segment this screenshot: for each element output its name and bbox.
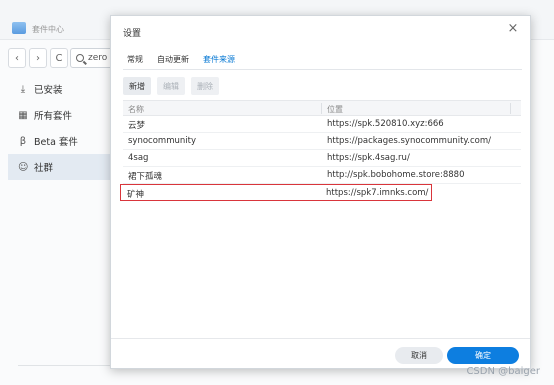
sidebar-item-installed[interactable]: ⤓ 已安装	[8, 76, 112, 102]
source-location: http://spk.bobohome.store:8880	[327, 170, 465, 180]
table-row[interactable]: 云梦 https://spk.520810.xyz:666	[123, 116, 521, 133]
source-name: synocommunity	[128, 136, 196, 146]
source-actions: 新增 编辑 删除	[123, 77, 219, 95]
table-header: 名称 位置	[123, 100, 521, 116]
close-icon: ×	[507, 21, 519, 36]
search-icon	[76, 54, 84, 62]
source-location: https://spk.520810.xyz:666	[327, 119, 444, 129]
window-title: 套件中心	[32, 25, 64, 34]
source-location: https://packages.synocommunity.com/	[327, 136, 491, 146]
table-row[interactable]: 裙下孤魂 http://spk.bobohome.store:8880	[123, 167, 521, 184]
community-icon: ☺	[18, 161, 29, 173]
refresh-button[interactable]: C	[50, 48, 68, 68]
source-name: 云梦	[128, 121, 146, 131]
column-header-name[interactable]: 名称	[128, 104, 144, 115]
sidebar-item-label: 社群	[34, 163, 54, 174]
column-divider	[510, 103, 511, 114]
sidebar-item-community[interactable]: ☺ 社群	[8, 154, 112, 180]
add-button[interactable]: 新增	[123, 77, 151, 95]
column-header-location[interactable]: 位置	[327, 104, 343, 115]
sidebar-item-label: 已安装	[34, 85, 63, 96]
column-divider	[321, 103, 322, 114]
chevron-left-icon: ‹	[15, 52, 19, 64]
source-location: https://spk7.imnks.com/	[326, 188, 429, 198]
sidebar-divider	[18, 365, 110, 366]
tab-divider	[123, 69, 522, 70]
table-row-highlighted[interactable]: 矿神 https://spk7.imnks.com/	[120, 184, 432, 201]
source-name: 矿神	[127, 190, 145, 200]
table-row[interactable]: synocommunity https://packages.synocommu…	[123, 133, 521, 150]
sidebar-item-beta[interactable]: β Beta 套件	[8, 128, 112, 154]
sidebar-item-label: 所有套件	[34, 111, 73, 122]
source-name: 裙下孤魂	[128, 172, 163, 182]
settings-dialog: 设置 × 常规 自动更新 套件来源 新增 编辑 删除 名称 位置 云梦 http…	[110, 15, 531, 369]
beta-icon: β	[19, 135, 27, 147]
download-icon: ⤓	[20, 83, 26, 95]
forward-button[interactable]: ›	[29, 48, 47, 68]
grid-icon: ▦	[18, 109, 28, 121]
back-button[interactable]: ‹	[8, 48, 26, 68]
cancel-button[interactable]: 取消	[395, 347, 443, 364]
sources-table: 名称 位置 云梦 https://spk.520810.xyz:666 syno…	[120, 100, 521, 201]
ok-button[interactable]: 确定	[447, 347, 519, 364]
package-center-icon	[12, 22, 26, 34]
search-value: zero	[88, 53, 108, 63]
close-button[interactable]: ×	[506, 22, 520, 36]
dialog-title: 设置	[123, 29, 142, 39]
chevron-right-icon: ›	[36, 52, 40, 64]
watermark: CSDN @baiger	[466, 366, 540, 377]
sidebar-item-label: Beta 套件	[34, 137, 78, 148]
refresh-icon: C	[55, 52, 63, 64]
source-name: 4sag	[128, 153, 149, 163]
delete-button[interactable]: 删除	[191, 77, 219, 95]
table-row[interactable]: 4sag https://spk.4sag.ru/	[123, 150, 521, 167]
edit-button[interactable]: 编辑	[157, 77, 185, 95]
sidebar-item-all-packages[interactable]: ▦ 所有套件	[8, 102, 112, 128]
source-location: https://spk.4sag.ru/	[327, 153, 410, 163]
